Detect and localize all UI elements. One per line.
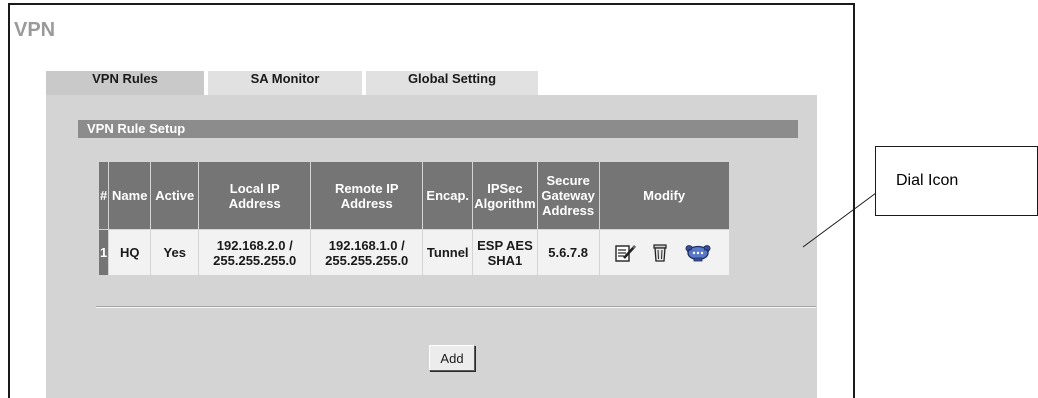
callout-label: Dial Icon — [896, 172, 959, 189]
dial-icon-callout: Dial Icon — [875, 146, 1038, 216]
